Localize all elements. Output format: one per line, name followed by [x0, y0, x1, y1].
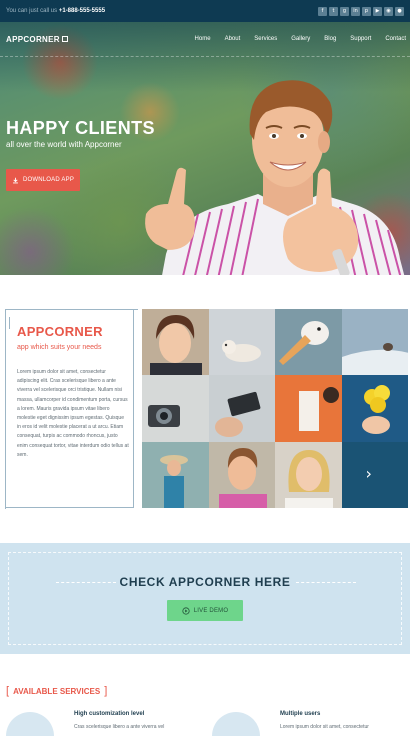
download-app-button[interactable]: DOWNLOAD APP — [6, 169, 80, 191]
about-title: APPCORNER — [17, 324, 103, 339]
chevron-right-icon: › — [365, 463, 372, 483]
linkedin-icon[interactable]: in — [351, 6, 360, 16]
service-desc: Cras scelerisque libero a ante viverra v… — [74, 724, 165, 730]
nav-services[interactable]: Services — [247, 36, 284, 42]
nav-contact[interactable]: Contact — [378, 36, 406, 42]
rss-icon[interactable]: ◉ — [384, 6, 393, 16]
about-section: APPCORNER app which suits your needs Lor… — [0, 275, 410, 537]
services-heading-text: AVAILABLE SERVICES — [13, 686, 101, 696]
pinterest-icon[interactable]: p — [362, 6, 371, 16]
download-icon — [13, 177, 18, 183]
page: You can just call us +1-888-555-5555 f t… — [0, 0, 410, 736]
about-body: Lorem ipsum dolor sit amet, consectetur … — [17, 369, 129, 458]
gallery-photo-blonde-woman[interactable] — [275, 441, 342, 508]
google-plus-icon[interactable]: g — [340, 6, 349, 16]
contact-prefix: You can just call us — [6, 8, 58, 14]
service-title: Multiple users — [280, 711, 321, 717]
contact-info: You can just call us +1-888-555-5555 — [6, 8, 105, 14]
nav-support[interactable]: Support — [343, 36, 378, 42]
nav-divider — [0, 56, 410, 57]
check-title: CHECK APPCORNER HERE — [119, 575, 291, 589]
users-icon — [212, 712, 260, 736]
gallery-photo-woman-smiling[interactable] — [142, 309, 209, 376]
check-section: CHECK APPCORNER HERE LIVE DEMO — [0, 543, 410, 654]
customization-icon — [6, 712, 54, 736]
logo-mark-icon — [61, 36, 68, 42]
nav-blog[interactable]: Blog — [317, 36, 343, 42]
gallery-next-slide[interactable]: › — [341, 441, 408, 508]
gallery-photo-pelican[interactable] — [275, 309, 342, 376]
check-frame — [8, 552, 402, 645]
social-links: f t g in p ▶ ◉ ● — [318, 6, 404, 16]
gallery-photo-phone-hands[interactable] — [208, 375, 275, 442]
youtube-icon[interactable]: ▶ — [373, 6, 382, 16]
nav-about[interactable]: About — [218, 36, 248, 42]
hero-subtitle: all over the world with Appcorner — [6, 140, 122, 149]
gallery-photo-flowers[interactable] — [341, 375, 408, 442]
download-app-label: DOWNLOAD APP — [22, 177, 75, 183]
services-heading: [ AVAILABLE SERVICES ] — [6, 685, 108, 697]
live-demo-button[interactable]: LIVE DEMO — [167, 600, 243, 621]
facebook-icon[interactable]: f — [318, 6, 327, 16]
nav-home[interactable]: Home — [188, 36, 218, 42]
gallery-photo-snow-bird[interactable] — [341, 309, 408, 376]
service-title: High customization level — [74, 711, 145, 717]
gallery-photo-camera[interactable] — [142, 375, 209, 442]
nav-gallery[interactable]: Gallery — [284, 36, 317, 42]
phone-number[interactable]: +1-888-555-5555 — [59, 8, 105, 14]
logo[interactable]: APPCORNER — [6, 35, 68, 44]
about-tagline: app which suits your needs — [17, 344, 102, 351]
about-card: APPCORNER app which suits your needs Lor… — [5, 309, 138, 509]
dribbble-icon[interactable]: ● — [395, 6, 404, 16]
services-section: [ AVAILABLE SERVICES ] High customizatio… — [0, 670, 410, 736]
play-circle-icon — [182, 606, 190, 615]
top-bar: You can just call us +1-888-555-5555 f t… — [0, 0, 410, 22]
logo-text: APPCORNER — [6, 34, 60, 44]
service-desc: Lorem ipsum dolor sit amet, consectetur — [280, 724, 369, 730]
gallery-photo-dog[interactable] — [208, 309, 275, 376]
happy-client-photo — [145, 80, 405, 275]
nav-links: Home About Services Gallery Blog Support… — [188, 36, 406, 42]
hero-section: APPCORNER Home About Services Gallery Bl… — [0, 22, 410, 275]
photo-gallery: › — [142, 309, 408, 508]
gallery-photo-coffee[interactable] — [275, 375, 342, 442]
gallery-photo-hat-woman[interactable] — [142, 441, 209, 508]
live-demo-label: LIVE DEMO — [193, 607, 229, 614]
gallery-photo-man-smiling[interactable] — [208, 441, 275, 508]
hero-title: HAPPY CLIENTS — [6, 118, 155, 138]
main-nav: APPCORNER Home About Services Gallery Bl… — [0, 28, 410, 50]
twitter-icon[interactable]: t — [329, 6, 338, 16]
